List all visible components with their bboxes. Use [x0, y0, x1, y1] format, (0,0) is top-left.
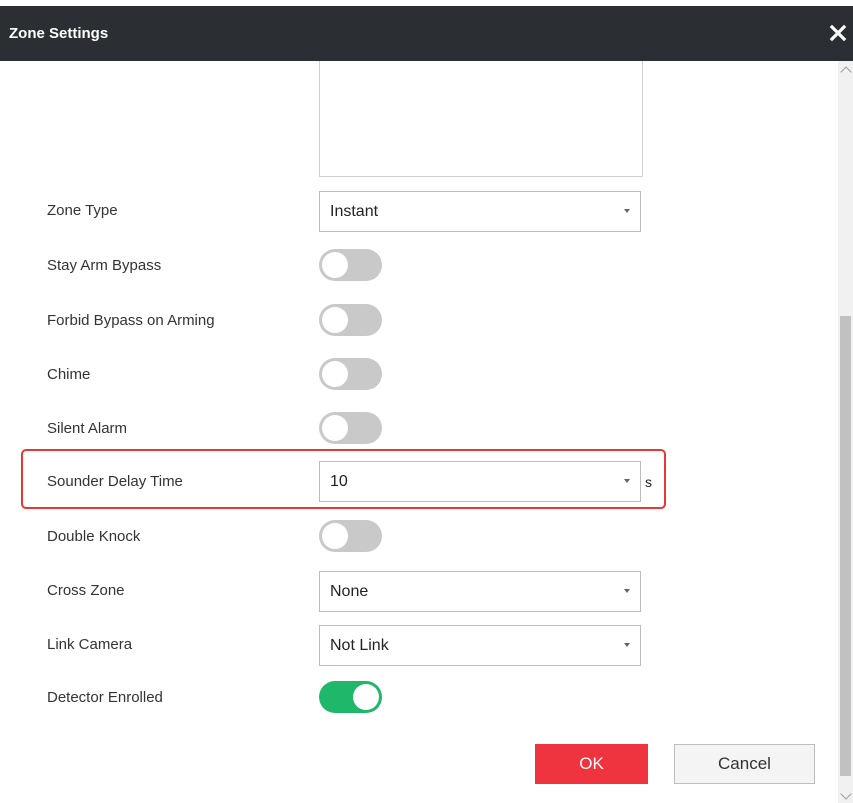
- cancel-button[interactable]: Cancel: [674, 744, 815, 784]
- scroll-down-icon[interactable]: [840, 788, 852, 800]
- toggle-knob: [353, 684, 379, 710]
- ok-button[interactable]: OK: [535, 744, 648, 784]
- scrollbar-thumb[interactable]: [840, 316, 851, 776]
- chime-toggle[interactable]: [319, 358, 382, 390]
- link-camera-value: Not Link: [330, 637, 389, 654]
- chevron-down-icon: [624, 589, 630, 593]
- double-knock-toggle[interactable]: [319, 520, 382, 552]
- link-camera-select[interactable]: Not Link: [319, 625, 641, 666]
- toggle-knob: [322, 523, 348, 549]
- link-camera-label: Link Camera: [47, 636, 133, 653]
- detector-enrolled-toggle[interactable]: [319, 681, 382, 713]
- forbid-bypass-toggle[interactable]: [319, 304, 382, 336]
- silent-alarm-toggle[interactable]: [319, 412, 382, 444]
- sounder-delay-label: Sounder Delay Time: [47, 473, 183, 490]
- zone-type-label: Zone Type: [47, 202, 118, 219]
- chime-label: Chime: [47, 366, 91, 383]
- toggle-knob: [322, 361, 348, 387]
- dialog-titlebar: Zone Settings: [0, 6, 853, 61]
- forbid-bypass-label: Forbid Bypass on Arming: [47, 312, 215, 329]
- zone-type-value: Instant: [330, 203, 379, 220]
- stay-arm-bypass-label: Stay Arm Bypass: [47, 257, 162, 274]
- dialog-content: Zone Type Instant Stay Arm Bypass Forbid…: [0, 61, 838, 803]
- sounder-delay-unit: s: [645, 474, 652, 490]
- chevron-down-icon: [624, 643, 630, 647]
- chevron-down-icon: [624, 209, 630, 213]
- detector-enrolled-label: Detector Enrolled: [47, 689, 163, 706]
- toggle-knob: [322, 252, 348, 278]
- cross-zone-label: Cross Zone: [47, 582, 125, 599]
- description-textarea[interactable]: [319, 61, 643, 177]
- scroll-up-icon[interactable]: [840, 66, 852, 78]
- chevron-down-icon: [624, 479, 630, 483]
- cross-zone-value: None: [330, 583, 369, 600]
- sounder-delay-value: 10: [330, 473, 348, 490]
- silent-alarm-label: Silent Alarm: [47, 420, 128, 437]
- stay-arm-bypass-toggle[interactable]: [319, 249, 382, 281]
- zone-type-select[interactable]: Instant: [319, 191, 641, 232]
- toggle-knob: [322, 415, 348, 441]
- sounder-delay-select[interactable]: 10: [319, 461, 641, 502]
- dialog-title: Zone Settings: [9, 25, 109, 42]
- vertical-scrollbar[interactable]: [838, 61, 853, 803]
- cross-zone-select[interactable]: None: [319, 571, 641, 612]
- toggle-knob: [322, 307, 348, 333]
- double-knock-label: Double Knock: [47, 528, 141, 545]
- close-icon[interactable]: [827, 19, 849, 47]
